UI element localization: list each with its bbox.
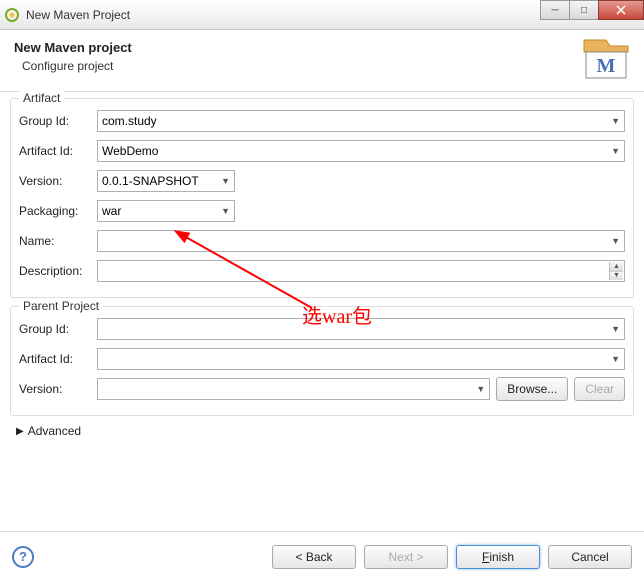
artifactid-label: Artifact Id: (19, 144, 97, 158)
version-row: Version: 0.0.1-SNAPSHOT ▼ (19, 169, 625, 193)
footer-buttons: < Back Next > Finish Cancel (272, 545, 632, 569)
triangle-right-icon: ▶ (16, 426, 24, 437)
eclipse-icon (4, 7, 20, 23)
advanced-toggle[interactable]: ▶ Advanced (16, 424, 634, 438)
chevron-down-icon: ▼ (221, 206, 230, 216)
chevron-down-icon: ▼ (611, 146, 620, 156)
description-input[interactable]: ▲▼ (97, 260, 625, 282)
groupid-label: Group Id: (19, 114, 97, 128)
window-title: New Maven Project (26, 8, 130, 22)
parent-buttons: Browse... Clear (496, 377, 625, 401)
titlebar: New Maven Project ─ □ (0, 0, 644, 30)
groupid-row: Group Id: com.study ▼ (19, 109, 625, 133)
wizard-header: New Maven project Configure project M (0, 30, 644, 92)
groupid-input[interactable]: com.study ▼ (97, 110, 625, 132)
minimize-button[interactable]: ─ (540, 0, 570, 20)
chevron-down-icon: ▼ (221, 176, 230, 186)
artifactid-row: Artifact Id: WebDemo ▼ (19, 139, 625, 163)
description-row: Description: ▲▼ (19, 259, 625, 283)
parent-artifactid-input[interactable]: ▼ (97, 348, 625, 370)
parent-artifactid-row: Artifact Id: ▼ (19, 347, 625, 371)
chevron-down-icon: ▼ (611, 324, 620, 334)
svg-text:M: M (597, 55, 616, 77)
artifact-legend: Artifact (19, 91, 64, 105)
packaging-input[interactable]: war ▼ (97, 200, 235, 222)
advanced-label: Advanced (28, 424, 81, 438)
version-input[interactable]: 0.0.1-SNAPSHOT ▼ (97, 170, 235, 192)
version-label: Version: (19, 174, 97, 188)
parent-version-input[interactable]: ▼ (97, 378, 490, 400)
window-controls: ─ □ (541, 0, 644, 20)
chevron-down-icon: ▼ (476, 384, 485, 394)
artifactid-value: WebDemo (102, 144, 158, 158)
packaging-value: war (102, 204, 121, 218)
page-subtitle: Configure project (22, 59, 630, 73)
chevron-down-icon: ▼ (611, 354, 620, 364)
groupid-value: com.study (102, 114, 157, 128)
version-value: 0.0.1-SNAPSHOT (102, 174, 199, 188)
parent-groupid-label: Group Id: (19, 322, 97, 336)
parent-groupid-input[interactable]: ▼ (97, 318, 625, 340)
packaging-label: Packaging: (19, 204, 97, 218)
maximize-button[interactable]: □ (569, 0, 599, 20)
browse-button[interactable]: Browse... (496, 377, 568, 401)
parent-legend: Parent Project (19, 299, 103, 313)
close-button[interactable] (598, 0, 644, 20)
parent-version-label: Version: (19, 382, 97, 396)
packaging-row: Packaging: war ▼ (19, 199, 625, 223)
help-icon[interactable]: ? (12, 546, 34, 568)
artifactid-input[interactable]: WebDemo ▼ (97, 140, 625, 162)
clear-button[interactable]: Clear (574, 377, 625, 401)
content-area: Artifact Group Id: com.study ▼ Artifact … (0, 92, 644, 444)
name-input[interactable]: ▼ (97, 230, 625, 252)
description-label: Description: (19, 264, 97, 278)
parent-version-row: Version: ▼ Browse... Clear (19, 377, 625, 401)
finish-button[interactable]: Finish (456, 545, 540, 569)
parent-group: Parent Project Group Id: ▼ Artifact Id: … (10, 306, 634, 416)
page-title: New Maven project (14, 40, 630, 55)
name-label: Name: (19, 234, 97, 248)
parent-artifactid-label: Artifact Id: (19, 352, 97, 366)
next-button[interactable]: Next > (364, 545, 448, 569)
cancel-button[interactable]: Cancel (548, 545, 632, 569)
maven-banner-icon: M (580, 36, 632, 82)
description-spinner[interactable]: ▲▼ (609, 262, 623, 280)
parent-groupid-row: Group Id: ▼ (19, 317, 625, 341)
chevron-down-icon: ▼ (611, 116, 620, 126)
back-button[interactable]: < Back (272, 545, 356, 569)
name-row: Name: ▼ (19, 229, 625, 253)
wizard-footer: ? < Back Next > Finish Cancel (0, 531, 644, 581)
chevron-down-icon: ▼ (611, 236, 620, 246)
artifact-group: Artifact Group Id: com.study ▼ Artifact … (10, 98, 634, 298)
